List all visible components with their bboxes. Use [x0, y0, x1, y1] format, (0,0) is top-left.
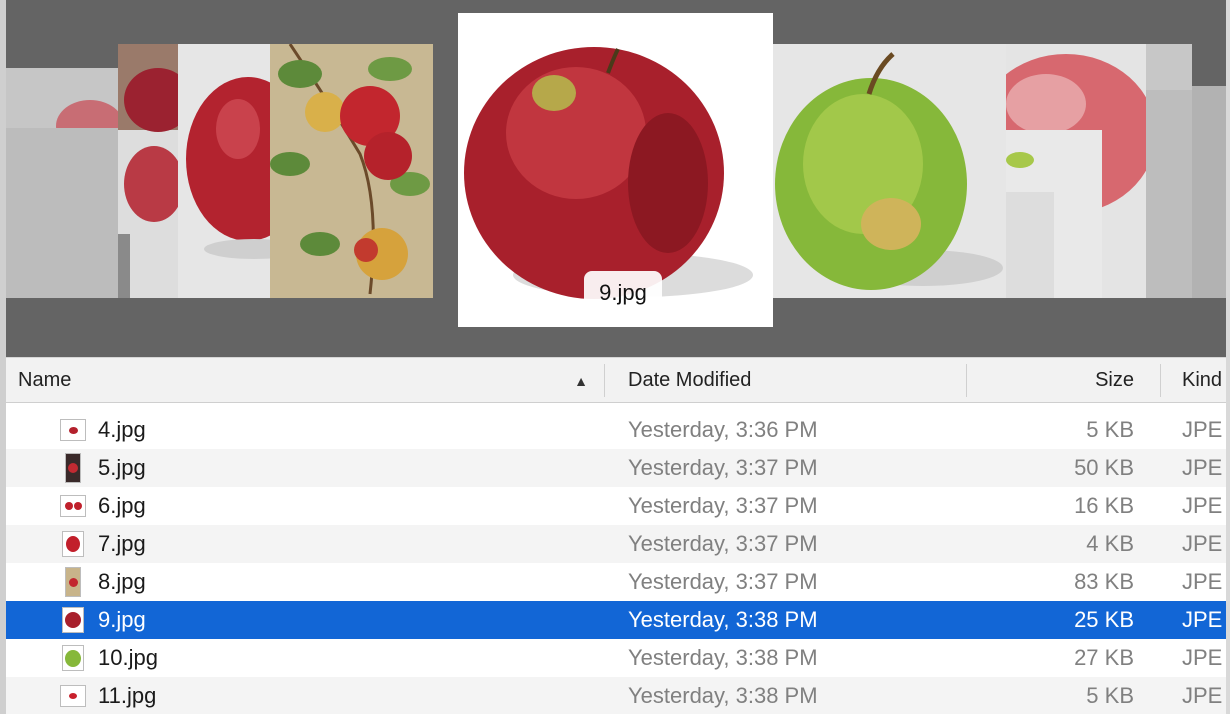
file-date-modified: Yesterday, 3:37 PM [628, 455, 818, 480]
selected-filename-label: 9.jpg [584, 271, 662, 315]
column-header-size-label: Size [1095, 369, 1134, 391]
apple-image [1006, 44, 1146, 298]
file-name: 5.jpg [98, 455, 146, 480]
column-header-date-modified[interactable]: Date Modified [628, 358, 958, 403]
cover-flow-item[interactable] [1146, 44, 1192, 298]
file-kind: JPE [1182, 607, 1223, 632]
file-size: 5 KB [1086, 683, 1134, 708]
file-kind: JPE [1182, 493, 1223, 518]
file-date-modified: Yesterday, 3:37 PM [628, 569, 818, 594]
file-kind: JPE [1182, 683, 1223, 708]
cover-flow-item[interactable] [773, 44, 1008, 298]
file-date-modified: Yesterday, 3:38 PM [628, 645, 818, 670]
cover-flow-item[interactable] [118, 44, 180, 298]
apple-image [1146, 44, 1192, 298]
apple-image [6, 68, 126, 298]
file-name: 8.jpg [98, 569, 146, 594]
file-thumbnail-icon [60, 495, 86, 517]
file-thumbnail-icon [65, 567, 81, 597]
file-kind: JPE [1182, 417, 1223, 442]
file-size: 83 KB [1074, 569, 1134, 594]
cover-flow-item[interactable] [1006, 44, 1146, 298]
file-thumbnail-icon [60, 685, 86, 707]
file-size: 5 KB [1086, 417, 1134, 442]
cover-flow[interactable]: 9.jpg [6, 0, 1226, 357]
file-name: 10.jpg [98, 645, 158, 670]
table-row[interactable]: 8.jpg Yesterday, 3:37 PM 83 KB JPE [6, 563, 1226, 601]
table-row[interactable]: 7.jpg Yesterday, 3:37 PM 4 KB JPE [6, 525, 1226, 563]
cover-flow-item[interactable] [6, 68, 126, 298]
file-name: 11.jpg [98, 683, 157, 708]
column-header-size[interactable]: Size [974, 358, 1134, 403]
apple-branch-illustration [270, 44, 433, 298]
file-date-modified: Yesterday, 3:36 PM [628, 417, 818, 442]
apple-image [118, 44, 180, 298]
column-divider[interactable] [966, 364, 967, 397]
file-date-modified: Yesterday, 3:37 PM [628, 531, 818, 556]
file-thumbnail-icon [62, 645, 84, 671]
list-header: Name ▲ Date Modified Size Kind [6, 357, 1226, 403]
file-thumbnail-icon [60, 419, 86, 441]
file-name: 9.jpg [98, 607, 146, 632]
file-date-modified: Yesterday, 3:38 PM [628, 683, 818, 708]
file-name: 6.jpg [98, 493, 146, 518]
table-row-partial [6, 403, 1226, 411]
column-header-kind-label: Kind [1182, 369, 1223, 391]
file-kind: JPE [1182, 531, 1223, 556]
file-kind: JPE [1182, 645, 1223, 670]
column-header-date-label: Date Modified [628, 369, 752, 391]
file-size: 16 KB [1074, 493, 1134, 518]
file-size: 25 KB [1074, 607, 1134, 632]
table-row[interactable]: 6.jpg Yesterday, 3:37 PM 16 KB JPE [6, 487, 1226, 525]
file-kind: JPE [1182, 455, 1223, 480]
cover-flow-item[interactable] [1192, 86, 1226, 298]
cover-flow-item[interactable] [178, 44, 276, 298]
file-list[interactable]: 4.jpg Yesterday, 3:36 PM 5 KB JPE 5.jpg … [6, 403, 1226, 714]
column-header-name-label: Name [18, 369, 72, 391]
green-apple-image [773, 44, 1008, 298]
file-kind: JPE [1182, 569, 1223, 594]
file-thumbnail-icon [65, 453, 81, 483]
table-row[interactable]: 11.jpg Yesterday, 3:38 PM 5 KB JPE [6, 677, 1226, 714]
cover-flow-item[interactable] [270, 44, 433, 298]
column-header-name[interactable]: Name [18, 358, 598, 403]
file-thumbnail-icon [62, 531, 84, 557]
file-name: 4.jpg [98, 417, 146, 442]
sort-ascending-icon[interactable]: ▲ [572, 372, 590, 390]
file-size: 50 KB [1074, 455, 1134, 480]
file-date-modified: Yesterday, 3:37 PM [628, 493, 818, 518]
apple-image [178, 44, 276, 298]
file-thumbnail-icon [62, 607, 84, 633]
column-divider[interactable] [1160, 364, 1161, 397]
table-row-selected[interactable]: 9.jpg Yesterday, 3:38 PM 25 KB JPE [6, 601, 1226, 639]
table-row[interactable]: 5.jpg Yesterday, 3:37 PM 50 KB JPE [6, 449, 1226, 487]
file-size: 4 KB [1086, 531, 1134, 556]
column-divider[interactable] [604, 364, 605, 397]
file-size: 27 KB [1074, 645, 1134, 670]
file-name: 7.jpg [98, 531, 146, 556]
window-right-edge [1226, 0, 1230, 714]
column-header-kind[interactable]: Kind [1182, 358, 1226, 403]
table-row[interactable]: 4.jpg Yesterday, 3:36 PM 5 KB JPE [6, 411, 1226, 449]
file-date-modified: Yesterday, 3:38 PM [628, 607, 818, 632]
table-row[interactable]: 10.jpg Yesterday, 3:38 PM 27 KB JPE [6, 639, 1226, 677]
